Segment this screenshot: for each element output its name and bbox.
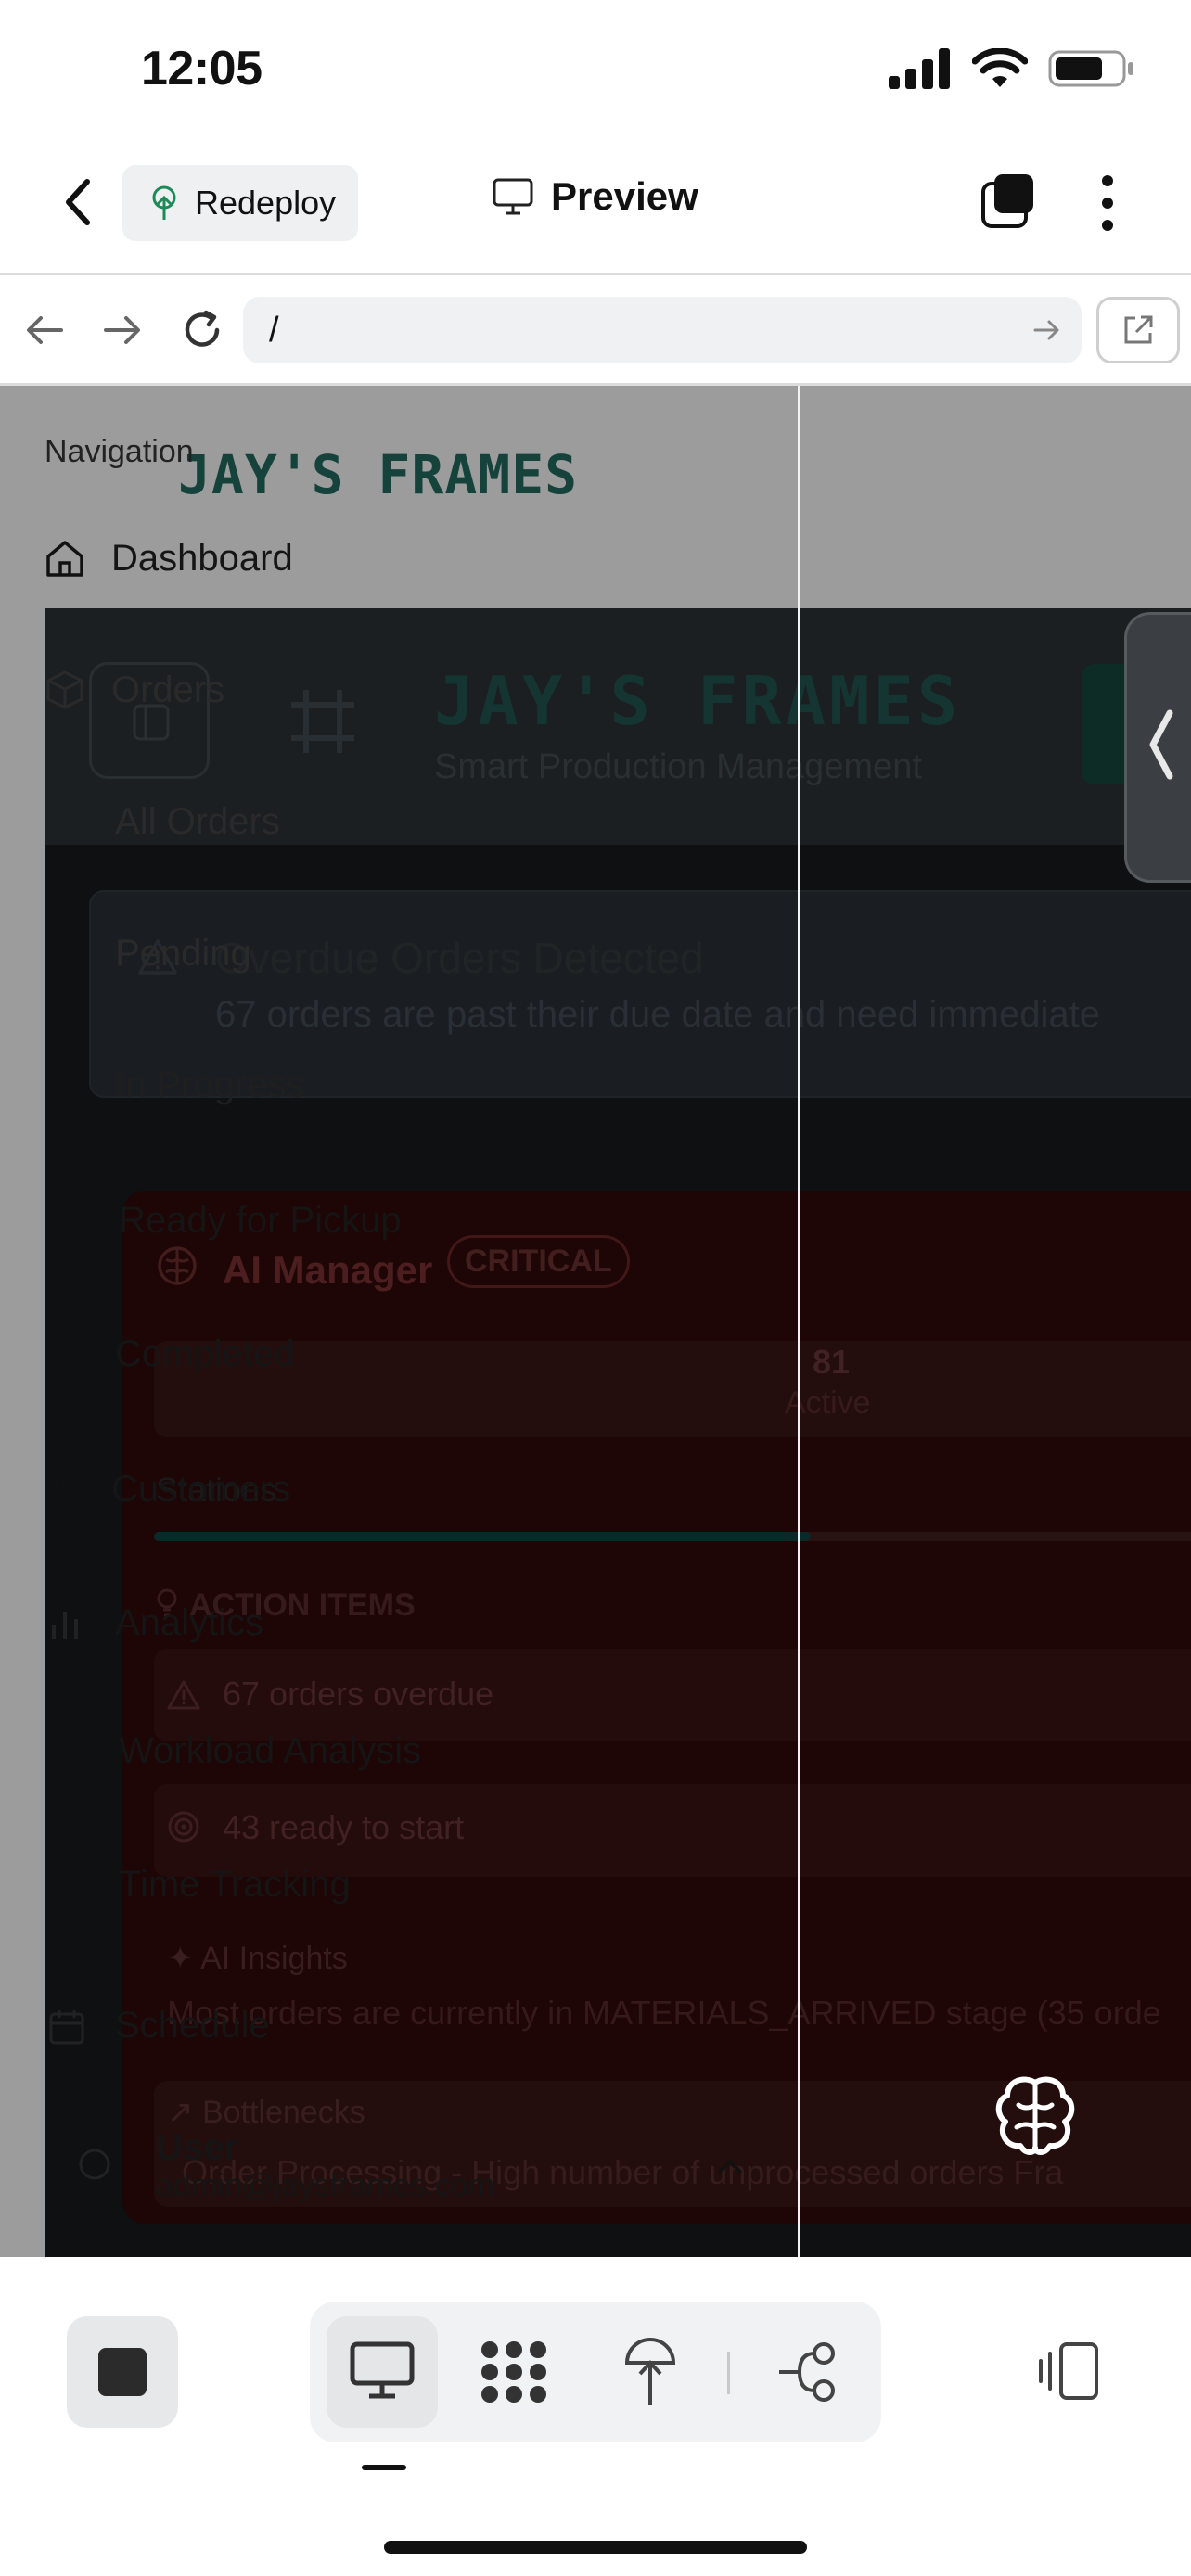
device-frame-button[interactable] [1037, 2339, 1102, 2408]
status-icons [889, 48, 1135, 89]
sidebar-item-ready-for-pickup[interactable]: Ready for Pickup [119, 1200, 402, 1242]
url-text: / [269, 310, 279, 350]
sidebar-item-customers[interactable]: Customers [111, 1469, 290, 1511]
browser-forward-button[interactable] [102, 312, 143, 353]
chevron-left-icon [66, 179, 90, 225]
sidebar-item-workload-analysis[interactable]: Workload Analysis [119, 1730, 421, 1772]
preview-viewport[interactable]: JAY'S FRAMES JAY'S FRAMES Smart Producti… [0, 386, 1191, 2257]
users-icon [48, 1474, 78, 1509]
workflow-view-button[interactable] [775, 2340, 842, 2408]
sidebar-overlay[interactable] [0, 386, 1191, 2257]
user-email: admin@jaysframes.com [156, 2168, 495, 2203]
sidebar-item-all-orders[interactable]: All Orders [115, 801, 280, 843]
device-frame-icon [1039, 2342, 1098, 2400]
sidebar-item-time-tracking[interactable]: Time Tracking [119, 1864, 351, 1906]
status-time: 12:05 [141, 42, 263, 96]
sidebar-item-dashboard[interactable]: Dashboard [111, 538, 293, 580]
tabs-button[interactable] [981, 172, 1035, 230]
monitor-icon [493, 178, 533, 215]
external-link-icon [1124, 315, 1153, 344]
ai-assistant-button[interactable] [946, 2064, 1124, 2172]
signal-icon [889, 48, 950, 89]
browser-back-button[interactable] [24, 312, 65, 353]
chevron-left-icon [1149, 709, 1173, 780]
battery-icon [1048, 50, 1133, 87]
chevron-up-icon[interactable] [716, 2157, 744, 2175]
user-name[interactable]: User [156, 2127, 238, 2169]
back-button[interactable] [56, 174, 102, 230]
toolbar-divider [727, 2352, 730, 2394]
more-vertical-icon [1102, 175, 1113, 231]
dots-icon [481, 2341, 546, 2403]
deploy-view-button[interactable] [621, 2335, 679, 2414]
preview-label: Preview [551, 174, 698, 218]
deploy-icon [624, 2338, 676, 2405]
tabs-icon [981, 174, 1033, 228]
sidebar-item-pending[interactable]: Pending [115, 933, 251, 975]
sidebar-item-orders[interactable]: Orders [111, 670, 224, 711]
sidebar-item-completed[interactable]: Completed [115, 1333, 294, 1375]
monitor-icon [350, 2341, 415, 2399]
home-indicator [384, 2541, 807, 2554]
split-divider[interactable] [798, 386, 800, 2257]
brain-icon [995, 2076, 1075, 2155]
home-icon [46, 541, 83, 577]
user-avatar-icon [79, 2149, 110, 2180]
dots-view-button[interactable] [477, 2339, 551, 2410]
reload-icon [185, 310, 220, 347]
workflow-icon [779, 2342, 835, 2402]
deploy-icon [152, 185, 176, 220]
go-arrow-icon[interactable] [1033, 317, 1061, 343]
package-icon [46, 670, 83, 709]
sidebar-item-schedule[interactable]: Schedule [115, 2005, 270, 2047]
redeploy-button[interactable]: Redeploy [122, 165, 358, 241]
preview-title: Preview [492, 174, 698, 219]
sidebar-item-in-progress[interactable]: In Progress [115, 1065, 305, 1106]
open-external-button[interactable] [1096, 297, 1180, 363]
nav-heading: Navigation [45, 434, 194, 469]
arrow-left-icon [27, 316, 63, 344]
more-menu-button[interactable] [1095, 172, 1121, 234]
stop-button[interactable] [67, 2316, 178, 2428]
url-input[interactable]: / [243, 297, 1082, 363]
desktop-view-button[interactable] [327, 2316, 438, 2428]
active-tab-indicator [362, 2465, 406, 2470]
reload-button[interactable] [180, 308, 224, 357]
collapse-panel-tab[interactable] [1124, 612, 1191, 883]
chart-icon [52, 1612, 78, 1639]
calendar-icon [49, 2010, 84, 2045]
arrow-right-icon [104, 316, 140, 344]
stop-icon [98, 2348, 147, 2396]
wifi-icon [972, 48, 1028, 87]
redeploy-label: Redeploy [195, 184, 337, 222]
sidebar-item-analytics[interactable]: Analytics [115, 1602, 263, 1644]
